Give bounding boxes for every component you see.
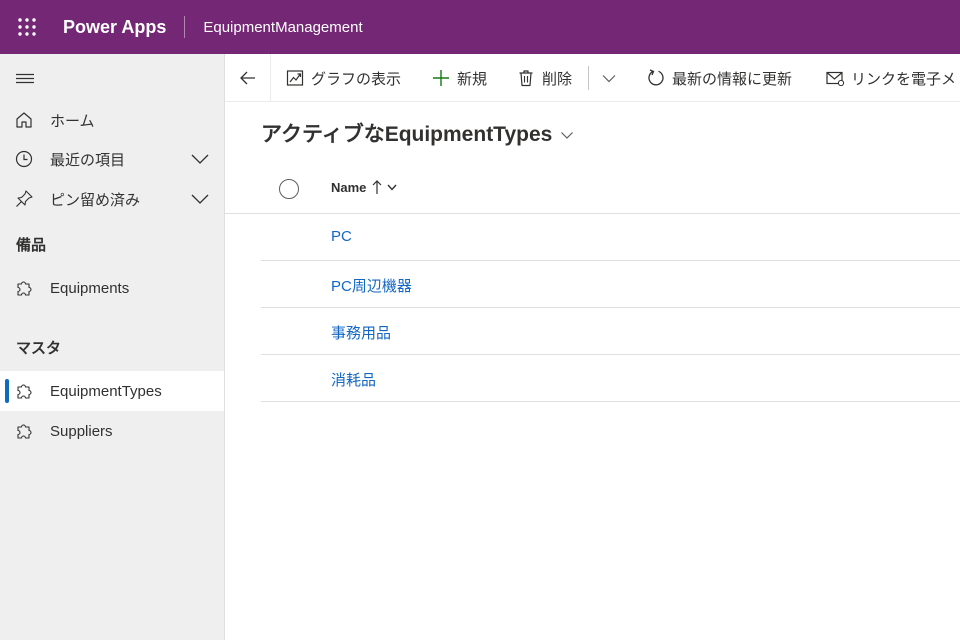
hamburger-menu-icon[interactable] — [14, 70, 36, 88]
page-title: アクティブなEquipmentTypes — [261, 123, 553, 146]
record-link[interactable]: PC — [331, 228, 352, 245]
table-row[interactable]: 消耗品 — [261, 355, 960, 402]
email-link-label: リンクを電子メ — [851, 70, 957, 88]
brand-title[interactable]: Power Apps — [63, 17, 166, 38]
sidebar-item-equipmenttypes[interactable]: EquipmentTypes — [0, 371, 224, 411]
grid-header: Name — [225, 166, 960, 214]
view-selector[interactable]: アクティブなEquipmentTypes — [261, 118, 576, 148]
selected-indicator — [5, 379, 9, 403]
mail-link-icon — [826, 71, 845, 87]
table-row[interactable]: PC周辺機器 — [261, 261, 960, 308]
puzzle-icon — [17, 384, 32, 399]
show-chart-button[interactable]: グラフの表示 — [285, 54, 401, 102]
select-all-radio[interactable] — [279, 179, 299, 199]
top-bar: Power Apps EquipmentManagement — [0, 0, 960, 54]
back-button[interactable] — [225, 54, 271, 102]
column-header-label: Name — [331, 179, 367, 195]
refresh-button[interactable]: 最新の情報に更新 — [646, 54, 792, 102]
trash-icon — [519, 70, 533, 87]
puzzle-icon — [17, 424, 32, 439]
sidebar: ホーム 最近の項目 ピン留め済み 備品 Equipments マスタ Equip… — [0, 54, 225, 640]
record-link[interactable]: PC周辺機器 — [331, 275, 412, 296]
sidebar-item-label: Equipments — [50, 279, 130, 297]
more-commands-button[interactable] — [599, 54, 619, 102]
record-link[interactable]: 消耗品 — [331, 369, 376, 390]
command-bar: グラフの表示 新規 削除 最新の情報に更新 リンクを電子メ — [225, 54, 960, 102]
puzzle-icon — [17, 281, 32, 296]
chevron-down-icon[interactable] — [190, 151, 210, 167]
refresh-icon — [648, 69, 664, 86]
new-label: 新規 — [457, 70, 488, 88]
sidebar-item-pinned[interactable]: ピン留め済み — [0, 179, 224, 219]
sidebar-item-label: EquipmentTypes — [50, 382, 162, 400]
sidebar-item-label: Suppliers — [50, 422, 113, 440]
chevron-down-icon — [602, 75, 616, 83]
sidebar-item-equipments[interactable]: Equipments — [0, 268, 224, 308]
chevron-down-icon[interactable] — [190, 191, 210, 207]
sort-ascending-icon — [372, 180, 382, 194]
sidebar-item-label: 最近の項目 — [50, 151, 126, 169]
command-separator — [588, 66, 589, 90]
pin-icon — [16, 190, 33, 207]
app-launcher-waffle-icon[interactable] — [0, 0, 54, 54]
sidebar-item-home[interactable]: ホーム — [0, 100, 224, 140]
new-button[interactable]: 新規 — [431, 54, 487, 102]
table-row[interactable]: PC — [261, 214, 960, 261]
chevron-down-icon — [561, 131, 574, 139]
plus-icon — [433, 70, 449, 86]
sidebar-item-recent[interactable]: 最近の項目 — [0, 139, 224, 179]
table-row[interactable]: 事務用品 — [261, 308, 960, 355]
chevron-down-icon — [387, 184, 397, 191]
sidebar-item-suppliers[interactable]: Suppliers — [0, 411, 224, 451]
topbar-divider — [184, 16, 186, 38]
show-chart-label: グラフの表示 — [311, 70, 402, 88]
chart-icon — [286, 70, 304, 86]
email-link-button[interactable]: リンクを電子メ — [825, 54, 956, 102]
refresh-label: 最新の情報に更新 — [672, 70, 793, 88]
sidebar-item-label: ピン留め済み — [50, 191, 141, 209]
delete-label: 削除 — [542, 70, 573, 88]
record-link[interactable]: 事務用品 — [331, 322, 391, 343]
arrow-left-icon — [239, 71, 255, 85]
sidebar-item-label: ホーム — [50, 112, 95, 130]
app-name[interactable]: EquipmentManagement — [203, 19, 362, 36]
column-header-name[interactable]: Name — [331, 178, 399, 196]
section-header-bihin: 備品 — [16, 237, 47, 254]
delete-button[interactable]: 削除 — [516, 54, 572, 102]
section-header-master: マスタ — [16, 340, 62, 357]
clock-icon — [15, 150, 33, 168]
home-icon — [16, 112, 32, 128]
